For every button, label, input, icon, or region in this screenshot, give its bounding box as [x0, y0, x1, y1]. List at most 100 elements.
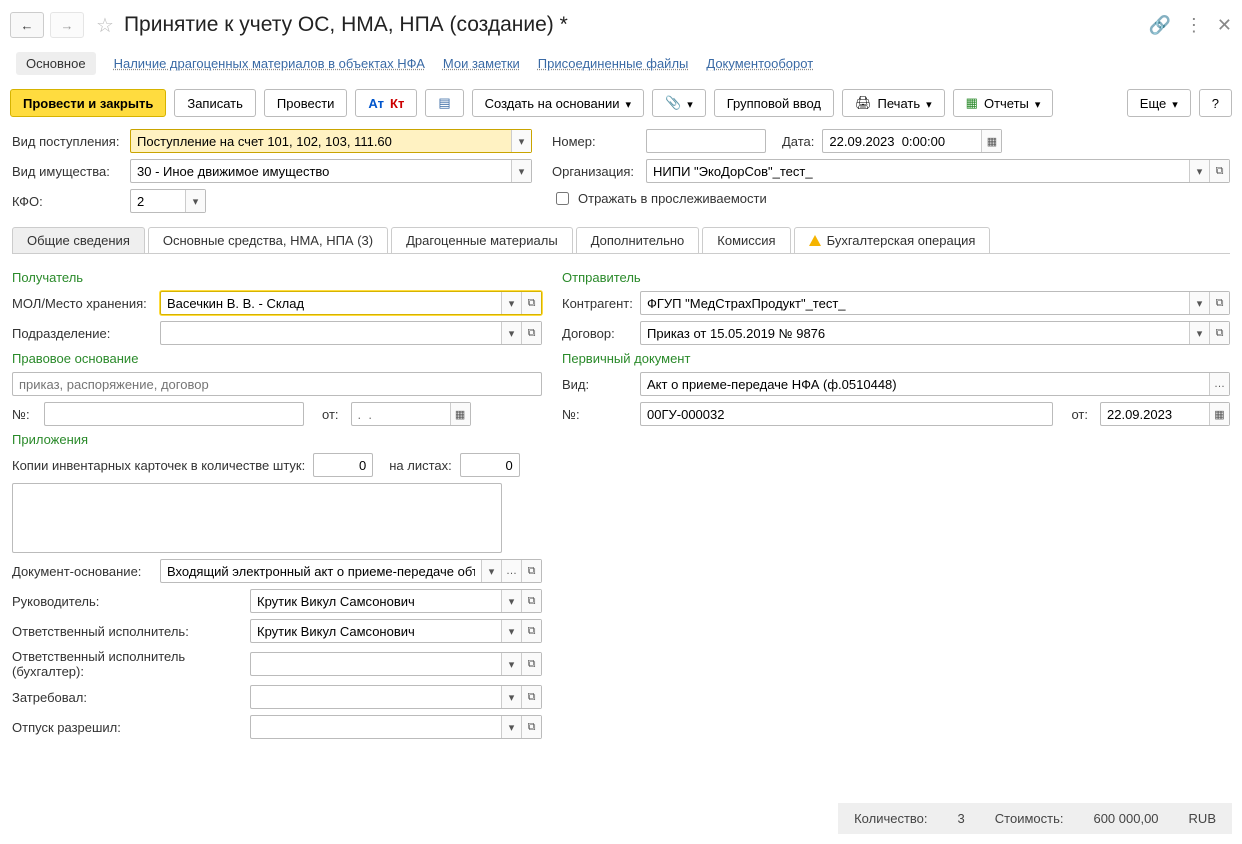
- tab-commission[interactable]: Комиссия: [702, 227, 790, 253]
- subnav-main[interactable]: Основное: [16, 52, 96, 75]
- chevron-down-icon[interactable]: ▾: [185, 190, 205, 212]
- dots-icon[interactable]: …: [501, 560, 521, 582]
- open-icon[interactable]: ⧉: [521, 620, 541, 642]
- tab-general[interactable]: Общие сведения: [12, 227, 145, 253]
- tab-accounting[interactable]: Бухгалтерская операция: [794, 227, 991, 253]
- group-input-button[interactable]: Групповой ввод: [714, 89, 834, 117]
- open-icon[interactable]: ⧉: [521, 590, 541, 612]
- counterparty-combo[interactable]: ▾ ⧉: [640, 291, 1230, 315]
- chevron-down-icon[interactable]: ▾: [501, 292, 521, 314]
- counterparty-input[interactable]: [641, 292, 1189, 314]
- attachments-area[interactable]: [12, 483, 502, 553]
- resp-combo[interactable]: ▾ ⧉: [250, 619, 542, 643]
- mol-input[interactable]: [161, 292, 501, 314]
- resp-acct-combo[interactable]: ▾ ⧉: [250, 652, 542, 676]
- chevron-down-icon[interactable]: ▾: [1189, 160, 1209, 182]
- subnav-docflow[interactable]: Документооборот: [706, 56, 813, 71]
- nav-forward-button[interactable]: →: [50, 12, 84, 38]
- help-button[interactable]: ?: [1199, 89, 1232, 117]
- create-based-button[interactable]: Создать на основании: [472, 89, 644, 117]
- subnav-files[interactable]: Присоединенные файлы: [538, 56, 689, 71]
- resp-input[interactable]: [251, 620, 501, 642]
- kfo-input[interactable]: [131, 190, 185, 212]
- nav-back-button[interactable]: ←: [10, 12, 44, 38]
- receipt-type-combo[interactable]: ▾: [130, 129, 532, 153]
- number-input[interactable]: [646, 129, 766, 153]
- pfrom-input[interactable]: [1101, 403, 1209, 425]
- kind-input[interactable]: [641, 373, 1209, 395]
- open-icon[interactable]: ⧉: [1209, 160, 1229, 182]
- chevron-down-icon[interactable]: ▾: [501, 620, 521, 642]
- close-icon[interactable]: ✕: [1217, 15, 1232, 36]
- link-icon[interactable]: 🔗: [1148, 15, 1170, 36]
- date-combo[interactable]: ▦: [822, 129, 1002, 153]
- contract-combo[interactable]: ▾ ⧉: [640, 321, 1230, 345]
- traceability-checkbox[interactable]: [556, 192, 569, 205]
- chevron-down-icon[interactable]: ▾: [501, 590, 521, 612]
- more-icon[interactable]: ⋮: [1185, 15, 1203, 36]
- more-button[interactable]: Еще: [1127, 89, 1191, 117]
- chevron-down-icon[interactable]: ▾: [511, 160, 531, 182]
- post-and-close-button[interactable]: Провести и закрыть: [10, 89, 166, 117]
- open-icon[interactable]: ⧉: [521, 653, 541, 675]
- reports-button[interactable]: ▦Отчеты: [953, 89, 1054, 117]
- kfo-combo[interactable]: ▾: [130, 189, 206, 213]
- calendar-icon[interactable]: ▦: [450, 403, 470, 425]
- date-input[interactable]: [823, 130, 981, 152]
- post-button[interactable]: Провести: [264, 89, 348, 117]
- chevron-down-icon[interactable]: ▾: [1189, 292, 1209, 314]
- kind-combo[interactable]: …: [640, 372, 1230, 396]
- print-button[interactable]: 🖨Печать: [842, 89, 945, 117]
- chevron-down-icon[interactable]: ▾: [501, 322, 521, 344]
- pfrom-combo[interactable]: ▦: [1100, 402, 1230, 426]
- legal-basis-input[interactable]: [12, 372, 542, 396]
- org-combo[interactable]: ▾ ⧉: [646, 159, 1230, 183]
- subnav-notes[interactable]: Мои заметки: [443, 56, 520, 71]
- list-button[interactable]: ▤: [425, 89, 463, 117]
- head-input[interactable]: [251, 590, 501, 612]
- debit-credit-button[interactable]: АтКт: [355, 89, 417, 117]
- save-button[interactable]: Записать: [174, 89, 256, 117]
- open-icon[interactable]: ⧉: [521, 560, 541, 582]
- dots-icon[interactable]: …: [1209, 373, 1229, 395]
- chevron-down-icon[interactable]: ▾: [511, 130, 531, 152]
- legal-num-input[interactable]: [44, 402, 304, 426]
- contract-input[interactable]: [641, 322, 1189, 344]
- chevron-down-icon[interactable]: ▾: [481, 560, 501, 582]
- attach-button[interactable]: 📎: [652, 89, 706, 117]
- subnav-precious[interactable]: Наличие драгоценных материалов в объекта…: [114, 56, 425, 71]
- head-combo[interactable]: ▾ ⧉: [250, 589, 542, 613]
- favorite-icon[interactable]: ☆: [96, 13, 114, 38]
- chevron-down-icon[interactable]: ▾: [501, 653, 521, 675]
- open-icon[interactable]: ⧉: [521, 716, 541, 738]
- open-icon[interactable]: ⧉: [521, 686, 541, 708]
- open-icon[interactable]: ⧉: [521, 322, 541, 344]
- resp-acct-input[interactable]: [251, 653, 501, 675]
- chevron-down-icon[interactable]: ▾: [501, 686, 521, 708]
- docbase-combo[interactable]: ▾ … ⧉: [160, 559, 542, 583]
- receipt-type-input[interactable]: [131, 130, 511, 152]
- calendar-icon[interactable]: ▦: [981, 130, 1001, 152]
- open-icon[interactable]: ⧉: [1209, 292, 1229, 314]
- pnum-input[interactable]: [640, 402, 1053, 426]
- dept-input[interactable]: [161, 322, 501, 344]
- property-type-combo[interactable]: ▾: [130, 159, 532, 183]
- mol-combo[interactable]: ▾ ⧉: [160, 291, 542, 315]
- chevron-down-icon[interactable]: ▾: [501, 716, 521, 738]
- calendar-icon[interactable]: ▦: [1209, 403, 1229, 425]
- release-input[interactable]: [251, 716, 501, 738]
- tab-additional[interactable]: Дополнительно: [576, 227, 700, 253]
- tab-precious[interactable]: Драгоценные материалы: [391, 227, 573, 253]
- required-combo[interactable]: ▾ ⧉: [250, 685, 542, 709]
- required-input[interactable]: [251, 686, 501, 708]
- org-input[interactable]: [647, 160, 1189, 182]
- dept-combo[interactable]: ▾ ⧉: [160, 321, 542, 345]
- legal-date-input[interactable]: [352, 403, 450, 425]
- release-combo[interactable]: ▾ ⧉: [250, 715, 542, 739]
- copies-input[interactable]: [313, 453, 373, 477]
- docbase-input[interactable]: [161, 560, 481, 582]
- tab-assets[interactable]: Основные средства, НМА, НПА (3): [148, 227, 388, 253]
- open-icon[interactable]: ⧉: [521, 292, 541, 314]
- sheets-input[interactable]: [460, 453, 520, 477]
- open-icon[interactable]: ⧉: [1209, 322, 1229, 344]
